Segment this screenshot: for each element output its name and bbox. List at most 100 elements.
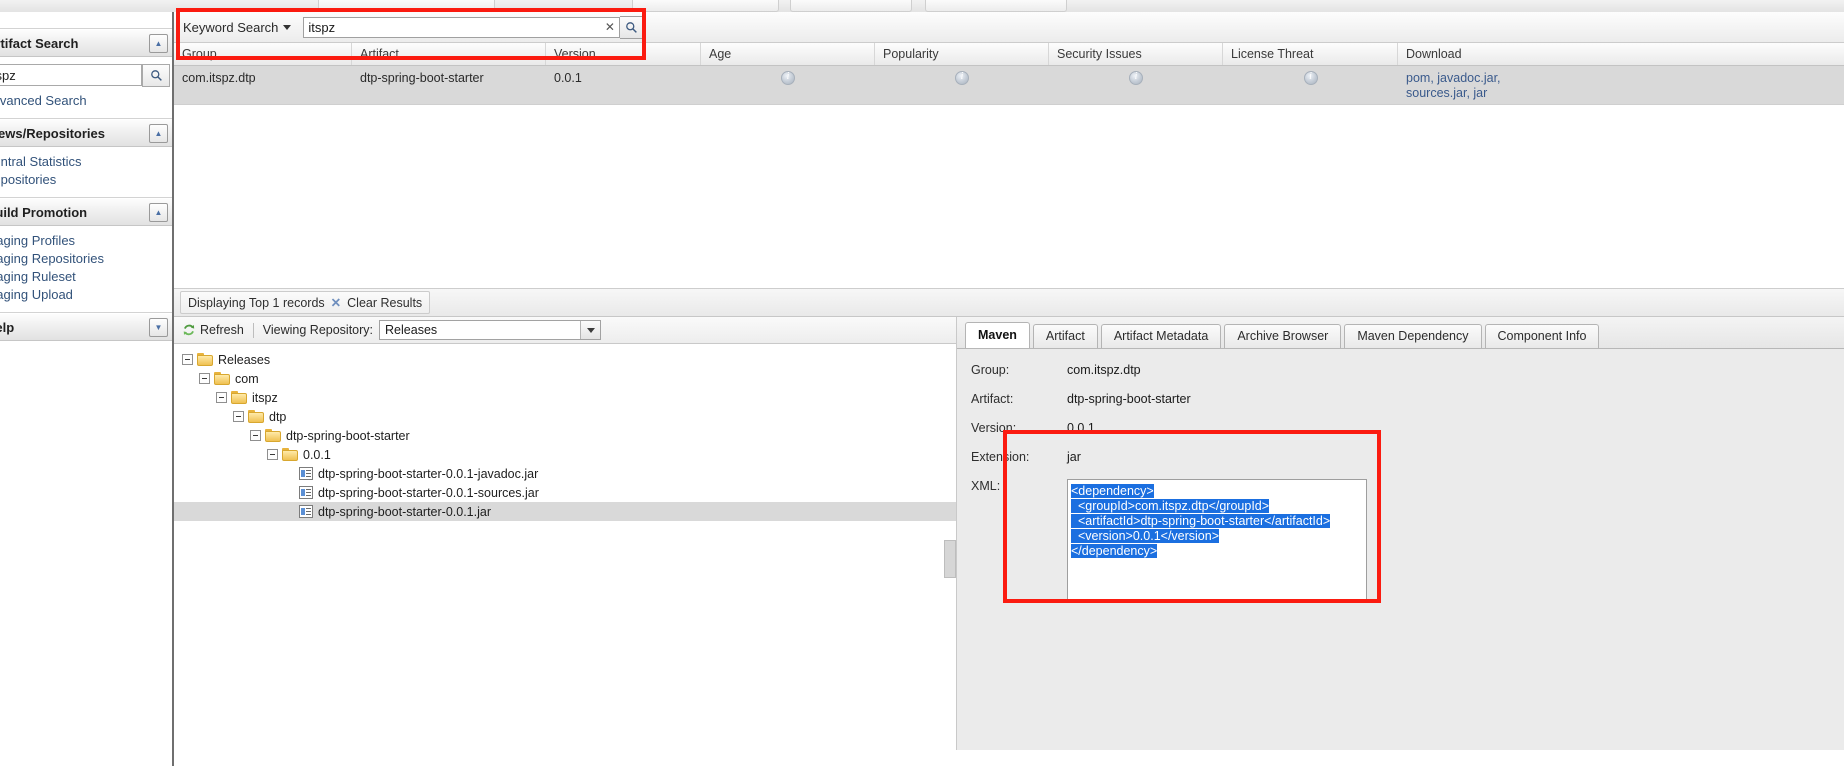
table-row[interactable]: com.itspz.dtp dtp-spring-boot-starter 0.… [174,66,1844,105]
sidebar-section-title: Build Promotion [0,204,88,220]
tab-artifact-metadata[interactable]: Artifact Metadata [1100,324,1222,348]
collapse-toggle-icon[interactable] [216,392,227,403]
tree-node-sources-jar[interactable]: dtp-spring-boot-starter-0.0.1-sources.ja… [174,483,956,502]
sidebar-item-staging-upload[interactable]: Staging Upload [0,286,172,304]
xml-line: <dependency> [1071,484,1363,499]
chrome-tab-partial-4[interactable] [925,0,1067,12]
search-mode-dropdown[interactable]: Keyword Search [183,20,295,35]
collapse-toggle-icon[interactable] [233,411,244,422]
download-link-pom[interactable]: pom, [1406,71,1434,85]
cell-download: pom, javadoc.jar, sources.jar, jar [1398,66,1638,104]
cell-popularity [875,66,1049,104]
close-icon[interactable]: ✕ [331,295,341,310]
sidebar-section-artifact-search[interactable]: Artifact Search ▲ [0,29,172,57]
xml-line: </dependency> [1071,544,1363,559]
chevron-up-icon[interactable]: ▲ [149,34,168,53]
file-icon [299,486,313,499]
tab-maven[interactable]: Maven [965,322,1030,348]
info-icon[interactable] [781,71,795,85]
field-label-extension: Extension: [971,450,1030,464]
tree-vertical-scrollbar[interactable] [944,540,956,578]
search-icon[interactable] [142,64,170,87]
refresh-button[interactable]: Refresh [182,323,244,337]
sidebar-item-staging-repositories[interactable]: Staging Repositories [0,250,172,268]
folder-icon [214,372,230,385]
collapse-toggle-icon[interactable] [250,430,261,441]
column-header-group[interactable]: Group [174,43,352,65]
tab-artifact[interactable]: Artifact [1032,324,1098,348]
sidebar-section-help[interactable]: Help ▼ [0,313,172,341]
field-xml: XML: <dependency> <groupId>com.itspz.dtp… [971,479,1844,602]
sidebar-item-repositories[interactable]: Repositories [0,171,172,189]
xml-dependency-textarea[interactable]: <dependency> <groupId>com.itspz.dtp</gro… [1067,479,1367,602]
keyword-search-field[interactable]: ✕ [303,16,621,38]
sidebar-item-central-statistics[interactable]: Central Statistics [0,153,172,171]
column-header-artifact[interactable]: Artifact [352,43,546,65]
sidebar-section-build-promotion[interactable]: Build Promotion ▲ [0,198,172,226]
sidebar-item-staging-profiles[interactable]: Staging Profiles [0,232,172,250]
tree-node-releases[interactable]: Releases [174,350,956,369]
column-header-version[interactable]: Version [546,43,701,65]
chrome-tab-partial-1[interactable] [318,0,495,12]
tree-node-version-0-0-1[interactable]: 0.0.1 [174,445,956,464]
cell-license-threat [1223,66,1398,104]
collapse-toggle-icon[interactable] [182,354,193,365]
download-link-javadoc[interactable]: javadoc.jar, [1437,71,1500,85]
tree-node-main-jar[interactable]: dtp-spring-boot-starter-0.0.1.jar [174,502,956,521]
keyword-search-input[interactable] [304,17,591,37]
sidebar-search-row [0,64,172,88]
toolbar-separator [252,322,254,338]
sidebar-item-advanced-search[interactable]: Advanced Search [0,92,172,110]
sidebar-body-build-promotion: Staging Profiles Staging Repositories St… [0,226,172,313]
field-extension: Extension: jar [971,450,1844,464]
field-value-group: com.itspz.dtp [1067,363,1141,377]
xml-line-text: <groupId>com.itspz.dtp</groupId> [1071,499,1270,513]
collapse-toggle-icon[interactable] [199,373,210,384]
tree-node-itspz[interactable]: itspz [174,388,956,407]
column-header-security-issues[interactable]: Security Issues [1049,43,1223,65]
caret-down-icon [283,24,292,30]
tree-node-dtp[interactable]: dtp [174,407,956,426]
field-value-version: 0.0.1 [1067,421,1095,435]
chevron-down-icon[interactable]: ▼ [149,318,168,337]
repository-tree: Releases com itspz dtp dtp-spring-boot-s… [174,344,956,751]
column-header-age[interactable]: Age [701,43,875,65]
tab-archive-browser[interactable]: Archive Browser [1224,324,1342,348]
clear-icon[interactable]: ✕ [602,20,617,35]
chevron-up-icon[interactable]: ▲ [149,203,168,222]
info-icon[interactable] [1303,71,1318,85]
clear-results-button[interactable]: Clear Results [347,296,422,310]
info-icon[interactable] [955,71,969,85]
tree-node-label: Releases [218,352,271,367]
tree-node-label: dtp [269,409,287,424]
xml-line-text: </dependency> [1071,544,1158,558]
download-link-jar[interactable]: jar [1473,86,1487,100]
tree-node-com[interactable]: com [174,369,956,388]
repository-select[interactable]: Releases [379,320,602,340]
viewing-repository-label: Viewing Repository: [262,323,374,337]
tab-maven-dependency[interactable]: Maven Dependency [1344,324,1482,348]
xml-line-text: <version>0.0.1</version> [1071,529,1220,543]
tree-node-javadoc-jar[interactable]: dtp-spring-boot-starter-0.0.1-javadoc.ja… [174,464,956,483]
chrome-tab-partial-2[interactable] [632,0,779,12]
chevron-up-icon[interactable]: ▲ [149,124,168,143]
tree-toolbar: Refresh Viewing Repository: Releases [174,317,956,344]
column-header-popularity[interactable]: Popularity [875,43,1049,65]
sidebar-search-input[interactable] [0,64,142,86]
search-submit-button[interactable] [620,15,645,39]
download-link-sources[interactable]: sources.jar, [1406,86,1470,100]
collapse-toggle-icon[interactable] [267,449,278,460]
tab-component-info[interactable]: Component Info [1484,324,1600,348]
chevron-down-icon[interactable] [580,321,601,339]
column-header-license-threat[interactable]: License Threat [1223,43,1398,65]
info-icon[interactable] [1129,71,1143,85]
column-header-download[interactable]: Download [1398,43,1638,65]
field-artifact: Artifact: dtp-spring-boot-starter [971,392,1844,406]
maven-detail-body: Group: com.itspz.dtp Artifact: dtp-sprin… [957,349,1844,751]
sidebar-item-staging-ruleset[interactable]: Staging Ruleset [0,268,172,286]
repository-select-value: Releases [385,323,438,337]
sidebar-section-views-repositories[interactable]: Views/Repositories ▲ [0,119,172,147]
file-icon [299,505,313,518]
tree-node-dtp-spring-boot-starter[interactable]: dtp-spring-boot-starter [174,426,956,445]
chrome-tab-partial-3[interactable] [790,0,912,12]
